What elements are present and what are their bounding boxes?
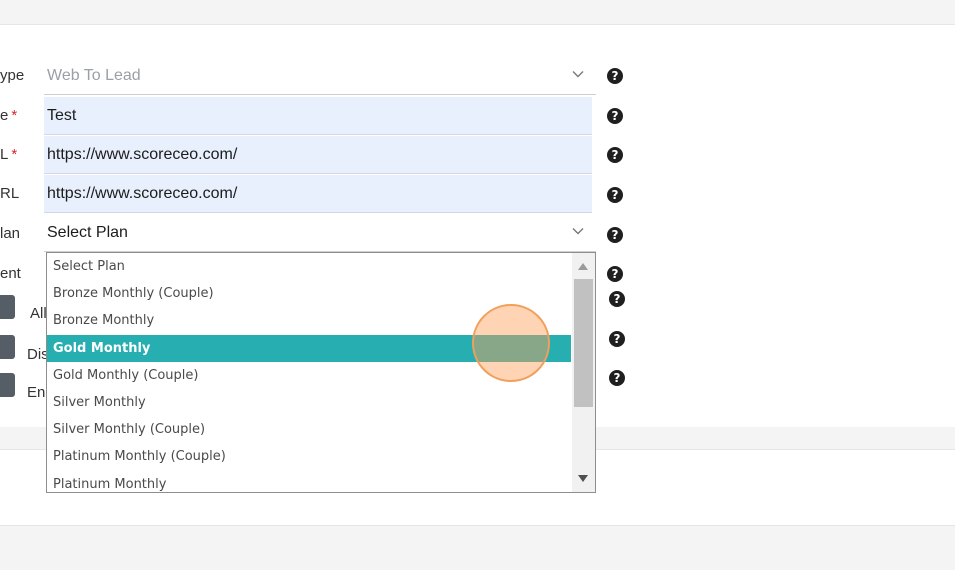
plan-select-value: Select Plan	[47, 224, 128, 241]
name-input[interactable]: Test	[44, 97, 592, 135]
type-select-value: Web To Lead	[47, 67, 141, 84]
help-icon[interactable]: ?	[607, 108, 623, 124]
scroll-up-arrow-icon[interactable]	[578, 263, 588, 270]
help-icon[interactable]: ?	[609, 370, 625, 386]
help-icon[interactable]: ?	[607, 147, 623, 163]
plan-option[interactable]: Silver Monthly (Couple)	[47, 416, 571, 443]
click-indicator	[472, 304, 550, 382]
help-icon[interactable]: ?	[609, 291, 625, 307]
type-select[interactable]: Web To Lead	[44, 57, 596, 95]
checkbox[interactable]	[0, 373, 15, 397]
url-label: L *	[0, 146, 18, 163]
help-icon[interactable]: ?	[607, 187, 623, 203]
plan-option[interactable]: Select Plan	[47, 253, 571, 280]
url-input-value: https://www.scoreceo.com/	[47, 146, 238, 163]
plan-label: lan	[0, 225, 21, 242]
checkbox-label: En	[27, 384, 46, 401]
chevron-down-icon	[572, 228, 584, 235]
plan-option[interactable]: Bronze Monthly (Couple)	[47, 280, 571, 307]
checkbox[interactable]	[0, 335, 15, 359]
help-icon[interactable]: ?	[607, 266, 623, 282]
ent-label: ent	[0, 265, 21, 282]
name-label: e *	[0, 107, 18, 124]
redirect-url-input[interactable]: https://www.scoreceo.com/	[44, 175, 592, 213]
checkbox[interactable]	[0, 295, 15, 319]
plan-option[interactable]: Platinum Monthly (Couple)	[47, 443, 571, 470]
help-icon[interactable]: ?	[607, 68, 623, 84]
url-input[interactable]: https://www.scoreceo.com/	[44, 136, 592, 174]
plan-option[interactable]: Silver Monthly	[47, 389, 571, 416]
plan-option[interactable]: Platinum Monthly	[47, 471, 571, 493]
chevron-down-icon	[572, 71, 584, 78]
scrollbar-thumb[interactable]	[574, 279, 593, 407]
help-icon[interactable]: ?	[607, 227, 623, 243]
name-input-value: Test	[47, 107, 77, 124]
plan-select[interactable]: Select Plan	[44, 214, 596, 252]
url2-label: RL	[0, 185, 20, 202]
dropdown-scrollbar[interactable]	[572, 253, 595, 492]
top-strip	[0, 0, 955, 4]
scroll-down-arrow-icon[interactable]	[578, 475, 588, 482]
help-icon[interactable]: ?	[609, 331, 625, 347]
type-label: ype	[0, 67, 25, 84]
checkbox-label: All	[30, 305, 47, 322]
redirect-url-value: https://www.scoreceo.com/	[47, 185, 238, 202]
